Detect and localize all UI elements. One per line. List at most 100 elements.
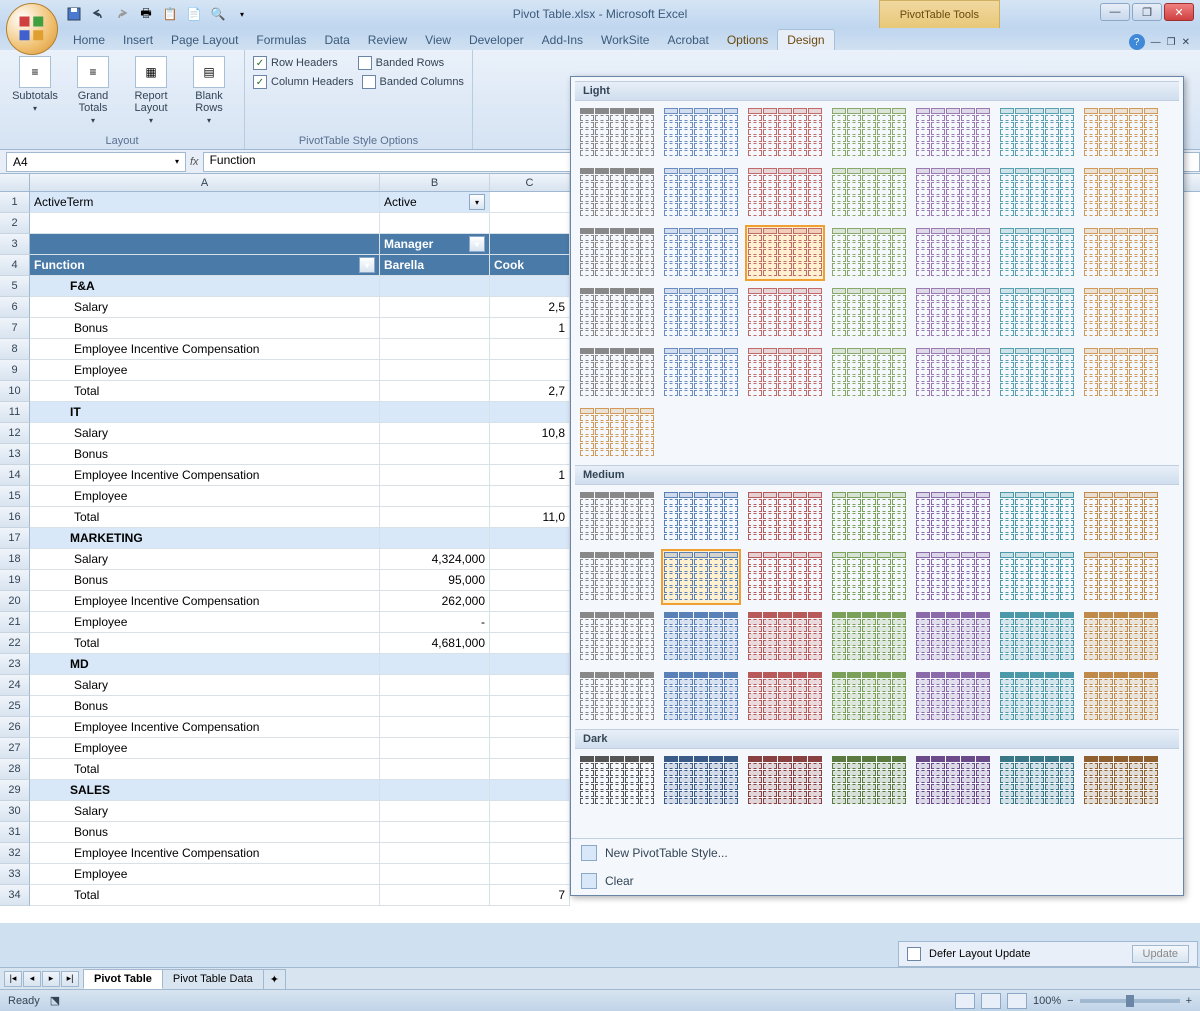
- print-icon[interactable]: 🖶: [136, 4, 156, 24]
- style-thumbnail[interactable]: [577, 489, 657, 545]
- cell[interactable]: Bonus: [30, 822, 380, 843]
- cell[interactable]: Employee Incentive Compensation: [30, 465, 380, 486]
- style-thumbnail[interactable]: [661, 753, 741, 809]
- blank-rows-button[interactable]: ▤Blank Rows▾: [182, 54, 236, 127]
- row-header[interactable]: 17: [0, 528, 30, 549]
- style-thumbnail[interactable]: [577, 165, 657, 221]
- subtotals-button[interactable]: ≡Subtotals▾: [8, 54, 62, 115]
- tab-design[interactable]: Design: [777, 29, 834, 50]
- cell[interactable]: [490, 486, 570, 507]
- style-thumbnail[interactable]: [577, 549, 657, 605]
- row-header[interactable]: 23: [0, 654, 30, 675]
- cell[interactable]: [490, 276, 570, 297]
- style-thumbnail[interactable]: [997, 225, 1077, 281]
- zoom-out-icon[interactable]: −: [1067, 995, 1073, 1007]
- style-thumbnail[interactable]: [577, 609, 657, 665]
- style-thumbnail[interactable]: [913, 105, 993, 161]
- tab-worksite[interactable]: WorkSite: [592, 30, 658, 50]
- style-thumbnail[interactable]: [997, 609, 1077, 665]
- style-thumbnail[interactable]: [997, 105, 1077, 161]
- row-header[interactable]: 22: [0, 633, 30, 654]
- style-thumbnail[interactable]: [661, 549, 741, 605]
- style-thumbnail[interactable]: [1081, 285, 1161, 341]
- cell[interactable]: [490, 570, 570, 591]
- help-icon[interactable]: ?: [1129, 34, 1145, 50]
- sheet-nav-first[interactable]: |◂: [4, 971, 22, 987]
- close-workbook-icon[interactable]: ✕: [1182, 37, 1190, 48]
- style-thumbnail[interactable]: [661, 609, 741, 665]
- cell[interactable]: [380, 381, 490, 402]
- row-header[interactable]: 31: [0, 822, 30, 843]
- cell[interactable]: [490, 822, 570, 843]
- style-thumbnail[interactable]: [829, 753, 909, 809]
- cell[interactable]: Cook: [490, 255, 570, 276]
- style-thumbnail[interactable]: [661, 225, 741, 281]
- cell[interactable]: [380, 339, 490, 360]
- cell[interactable]: Salary: [30, 549, 380, 570]
- cell[interactable]: [490, 402, 570, 423]
- tab-page-layout[interactable]: Page Layout: [162, 30, 247, 50]
- style-thumbnail[interactable]: [829, 285, 909, 341]
- clear-style-button[interactable]: Clear: [571, 867, 1183, 895]
- macro-record-icon[interactable]: ⬔: [50, 994, 60, 1007]
- style-thumbnail[interactable]: [829, 225, 909, 281]
- cell[interactable]: [380, 759, 490, 780]
- style-thumbnail[interactable]: [1081, 609, 1161, 665]
- tab-acrobat[interactable]: Acrobat: [658, 30, 717, 50]
- cell[interactable]: [380, 318, 490, 339]
- style-thumbnail[interactable]: [1081, 669, 1161, 725]
- cell[interactable]: [490, 549, 570, 570]
- cell[interactable]: [380, 486, 490, 507]
- cell[interactable]: [490, 675, 570, 696]
- cell[interactable]: [490, 234, 570, 255]
- style-thumbnail[interactable]: [997, 165, 1077, 221]
- style-thumbnail[interactable]: [577, 753, 657, 809]
- update-button[interactable]: Update: [1132, 945, 1189, 963]
- cell[interactable]: Employee Incentive Compensation: [30, 339, 380, 360]
- row-header[interactable]: 1: [0, 192, 30, 213]
- row-header[interactable]: 26: [0, 717, 30, 738]
- undo-icon[interactable]: [88, 4, 108, 24]
- qat-icon-2[interactable]: 📄: [184, 4, 204, 24]
- defer-checkbox[interactable]: [907, 947, 921, 961]
- row-header[interactable]: 12: [0, 423, 30, 444]
- style-thumbnail[interactable]: [829, 345, 909, 401]
- banded-rows-checkbox[interactable]: Banded Rows: [358, 54, 445, 72]
- cell[interactable]: [490, 591, 570, 612]
- sheet-nav-last[interactable]: ▸|: [61, 971, 79, 987]
- name-box[interactable]: A4▾: [6, 152, 186, 172]
- cell[interactable]: [380, 465, 490, 486]
- style-thumbnail[interactable]: [829, 669, 909, 725]
- style-thumbnail[interactable]: [829, 489, 909, 545]
- row-header[interactable]: 34: [0, 885, 30, 906]
- style-thumbnail[interactable]: [829, 165, 909, 221]
- style-thumbnail[interactable]: [577, 345, 657, 401]
- cell[interactable]: 10,8: [490, 423, 570, 444]
- cell[interactable]: [380, 780, 490, 801]
- cell[interactable]: [490, 192, 570, 213]
- office-button[interactable]: [6, 3, 58, 55]
- row-header[interactable]: 33: [0, 864, 30, 885]
- fx-icon[interactable]: fx: [186, 156, 203, 168]
- cell[interactable]: 4,324,000: [380, 549, 490, 570]
- row-header[interactable]: 15: [0, 486, 30, 507]
- cell[interactable]: [380, 507, 490, 528]
- field-dropdown-icon[interactable]: ▾: [469, 236, 485, 252]
- row-header[interactable]: 19: [0, 570, 30, 591]
- tab-review[interactable]: Review: [359, 30, 416, 50]
- style-thumbnail[interactable]: [661, 285, 741, 341]
- cell[interactable]: [380, 297, 490, 318]
- maximize-button[interactable]: ❐: [1132, 3, 1162, 21]
- cell[interactable]: [490, 780, 570, 801]
- cell[interactable]: Employee Incentive Compensation: [30, 843, 380, 864]
- cell[interactable]: 2,5: [490, 297, 570, 318]
- style-thumbnail[interactable]: [997, 345, 1077, 401]
- cell[interactable]: [380, 276, 490, 297]
- cell[interactable]: Bonus: [30, 570, 380, 591]
- row-header[interactable]: 4: [0, 255, 30, 276]
- style-thumbnail[interactable]: [745, 165, 825, 221]
- report-layout-button[interactable]: ▦Report Layout▾: [124, 54, 178, 127]
- style-thumbnail[interactable]: [577, 285, 657, 341]
- row-header[interactable]: 21: [0, 612, 30, 633]
- col-header-b[interactable]: B: [380, 174, 490, 191]
